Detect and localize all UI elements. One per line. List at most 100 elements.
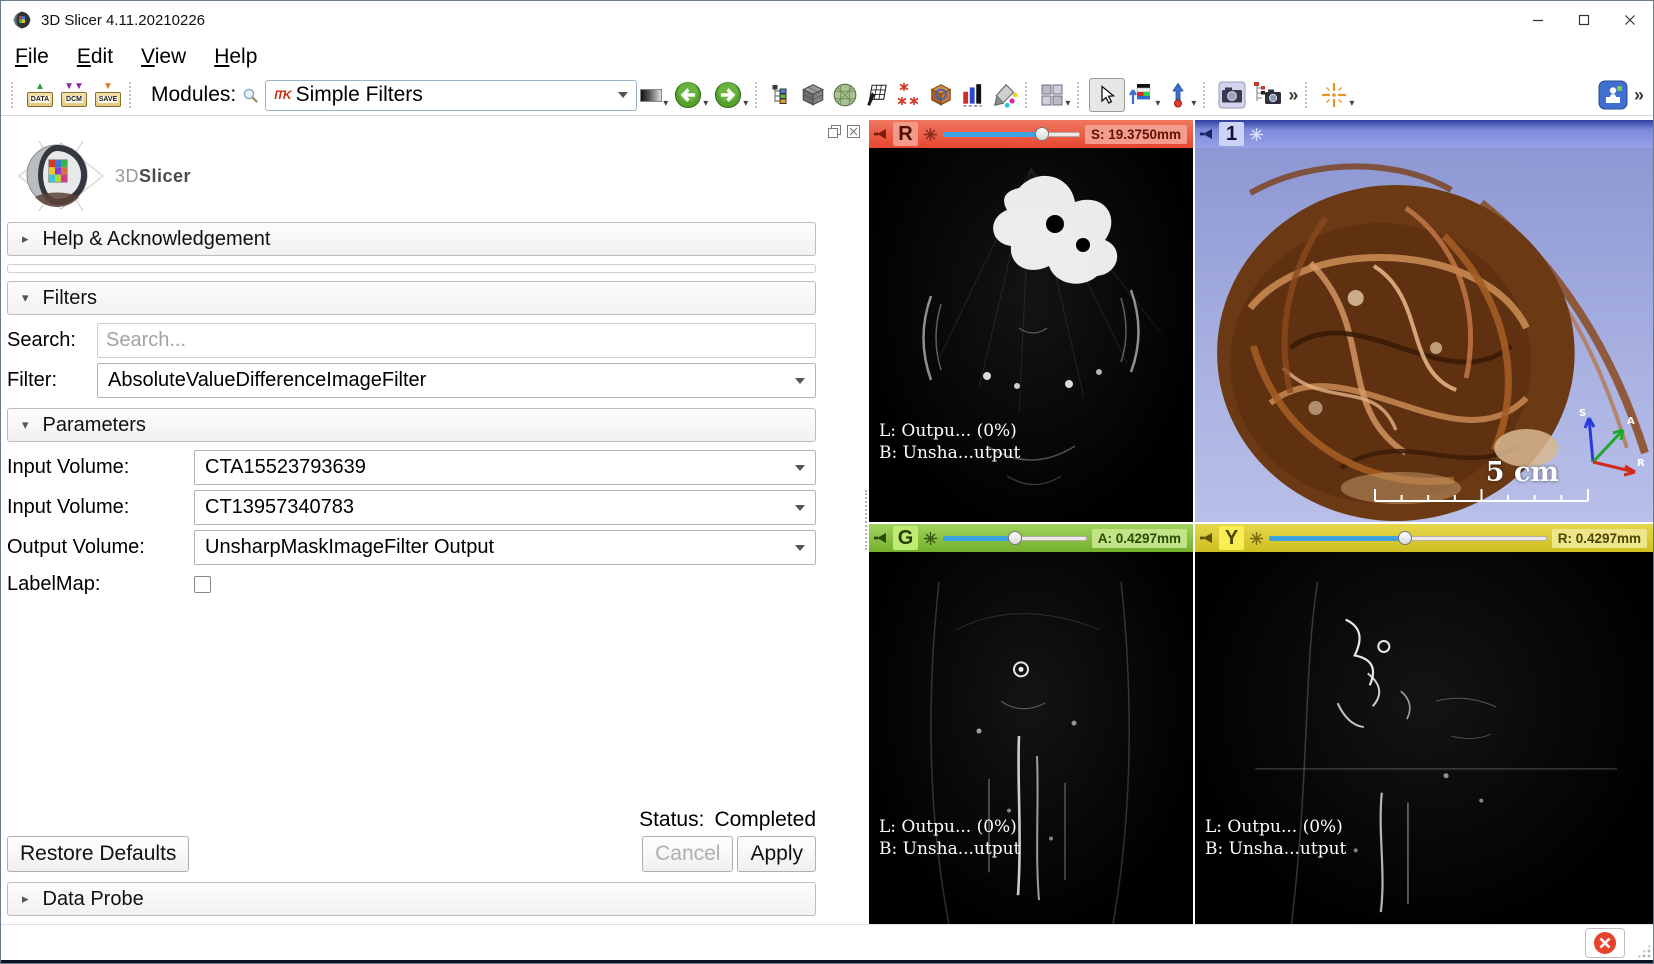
threed-view: 1 (1195, 120, 1653, 522)
slice-letter-badge: G (893, 526, 918, 550)
slice-letter-badge: Y (1219, 526, 1244, 550)
menu-view[interactable]: View (141, 45, 186, 69)
screenshot-button[interactable] (1215, 78, 1249, 112)
crosshair-icon (1320, 81, 1348, 109)
annotations-module-button[interactable] (861, 78, 893, 112)
segment-editor-module-button[interactable] (989, 78, 1021, 112)
window-title: 3D Slicer 4.11.20210226 (41, 12, 205, 29)
slice-offset-slider[interactable] (943, 530, 1087, 546)
svg-text:A: A (1627, 416, 1635, 427)
data-module-button[interactable] (767, 78, 797, 112)
layout-selector-button[interactable]: ▾ (1037, 78, 1073, 112)
search-input[interactable] (97, 323, 816, 358)
module-history-button[interactable]: ▾ (637, 78, 671, 112)
yellow-slice-canvas[interactable]: L: Outpu... (0%) B: Unsha...utput (1195, 552, 1653, 924)
transforms-module-button[interactable] (925, 78, 957, 112)
input-volume-2-combobox[interactable]: CT13957340783 (194, 490, 816, 525)
minimize-icon (1532, 14, 1544, 26)
slice-menu-star-icon[interactable] (1249, 531, 1264, 546)
pin-icon[interactable] (1199, 127, 1214, 141)
red-slice-canvas[interactable]: L: Outpu... (0%) B: Unsha...utput (869, 148, 1193, 522)
load-dicom-button[interactable]: ▼▼ DCM (57, 78, 91, 112)
load-data-button[interactable]: ▲ DATA (23, 78, 57, 112)
module-back-button[interactable]: ▾ (671, 78, 711, 112)
search-label: Search: (7, 329, 97, 352)
slice-menu-star-icon[interactable] (923, 127, 938, 142)
toolbar-overflow-right-button[interactable]: » (1631, 78, 1647, 112)
module-search-icon[interactable] (242, 87, 259, 104)
cancel-button[interactable]: Cancel (642, 836, 733, 872)
slicer-logo: 3DSlicer (9, 136, 816, 216)
green-slice-canvas[interactable]: L: Outpu... (0%) B: Unsha...utput (869, 552, 1193, 924)
extensions-manager-button[interactable] (1595, 78, 1631, 112)
slice-corner-annotation: L: Outpu... (0%) B: Unsha...utput (879, 420, 1020, 464)
pin-icon[interactable] (1199, 531, 1214, 545)
slice-offset-slider[interactable] (943, 126, 1080, 142)
sagittal-slice-image (1195, 552, 1653, 924)
error-log-button[interactable] (1585, 928, 1625, 958)
chevron-down-icon (618, 92, 628, 98)
maximize-button[interactable] (1561, 1, 1607, 39)
input-volume-1-combobox[interactable]: CTA15523793639 (194, 450, 816, 485)
chevrons-right-icon: » (1288, 85, 1298, 106)
chevron-right-icon: ▸ (22, 231, 29, 247)
minimize-button[interactable] (1515, 1, 1561, 39)
data-probe-section[interactable]: ▸ Data Probe (7, 882, 816, 916)
volumes-cube-icon (800, 82, 826, 108)
filter-combobox[interactable]: AbsoluteValueDifferenceImageFilter (97, 363, 816, 398)
menu-edit[interactable]: Edit (77, 45, 113, 69)
chevron-down-icon (795, 465, 805, 471)
toolbar-overflow-button[interactable]: » (1285, 78, 1301, 112)
slice-offset-value: R: 0.4297mm (1552, 529, 1647, 548)
slice-offset-value: S: 19.3750mm (1085, 125, 1187, 144)
save-button[interactable]: ▼ SAVE (91, 78, 125, 112)
panel-float-icon[interactable] (828, 125, 841, 138)
fiducial-pin-icon (1166, 82, 1190, 108)
slice-menu-star-icon[interactable] (923, 531, 938, 546)
menu-file[interactable]: File (15, 45, 49, 69)
window-resize-grip[interactable] (1637, 944, 1651, 958)
markups-module-button[interactable] (893, 78, 925, 112)
down-arrows-icon: ▼▼ (64, 83, 84, 91)
module-selected-value: Simple Filters (296, 83, 619, 107)
pin-icon[interactable] (873, 127, 888, 141)
apply-button[interactable]: Apply (737, 836, 816, 872)
panel-close-icon[interactable] (847, 125, 860, 138)
window-bottom-edge (1, 960, 1653, 963)
output-volume-combobox[interactable]: UnsharpMaskImageFilter Output (194, 530, 816, 565)
pin-icon[interactable] (873, 531, 888, 545)
toolbar-grip (1583, 82, 1589, 108)
labelmap-checkbox[interactable] (194, 576, 211, 593)
back-arrow-icon (674, 81, 702, 109)
slider-handle[interactable] (1398, 531, 1412, 545)
maximize-icon (1578, 14, 1590, 26)
charts-module-button[interactable] (957, 78, 989, 112)
chevron-down-icon (795, 378, 805, 384)
mouse-interaction-mode-button[interactable] (1089, 78, 1125, 112)
itk-icon: ITK (274, 88, 290, 102)
window-level-adjust-button[interactable]: ▾ (1125, 78, 1163, 112)
slice-offset-slider[interactable] (1269, 530, 1547, 546)
cursor-icon (1097, 85, 1117, 105)
close-button[interactable] (1607, 1, 1653, 39)
volumes-module-button[interactable] (797, 78, 829, 112)
module-forward-button[interactable]: ▾ (711, 78, 751, 112)
view-menu-star-icon[interactable] (1249, 127, 1264, 142)
crosshair-button[interactable]: ▾ (1317, 78, 1357, 112)
slider-handle[interactable] (1035, 127, 1049, 141)
parameters-section[interactable]: ▾ Parameters (7, 408, 816, 442)
chevron-down-icon (795, 505, 805, 511)
menu-bar: File Edit View Help (1, 39, 1653, 75)
place-fiducial-button[interactable]: ▾ (1163, 78, 1199, 112)
threed-canvas[interactable]: 5 cm S A R (1195, 148, 1653, 522)
scene-views-button[interactable] (1249, 78, 1285, 112)
filters-section[interactable]: ▾ Filters (7, 281, 816, 315)
history-icon (640, 89, 662, 102)
restore-defaults-button[interactable]: Restore Defaults (7, 836, 189, 872)
module-selector-combobox[interactable]: ITK Simple Filters (265, 80, 637, 111)
menu-help[interactable]: Help (214, 45, 257, 69)
models-module-button[interactable] (829, 78, 861, 112)
help-acknowledgement-section[interactable]: ▸ Help & Acknowledgement (7, 222, 816, 256)
slider-handle[interactable] (1008, 531, 1022, 545)
threed-view-controller: 1 (1195, 120, 1653, 148)
